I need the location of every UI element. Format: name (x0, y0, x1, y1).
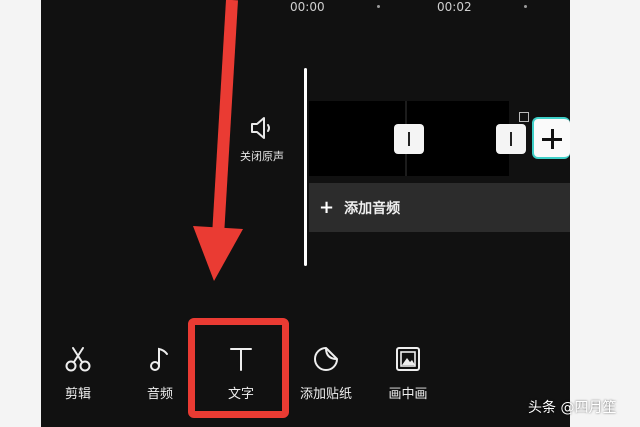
watermark: 头条 @四月笙 (528, 400, 617, 416)
red-arrow-annotation (193, 0, 243, 281)
